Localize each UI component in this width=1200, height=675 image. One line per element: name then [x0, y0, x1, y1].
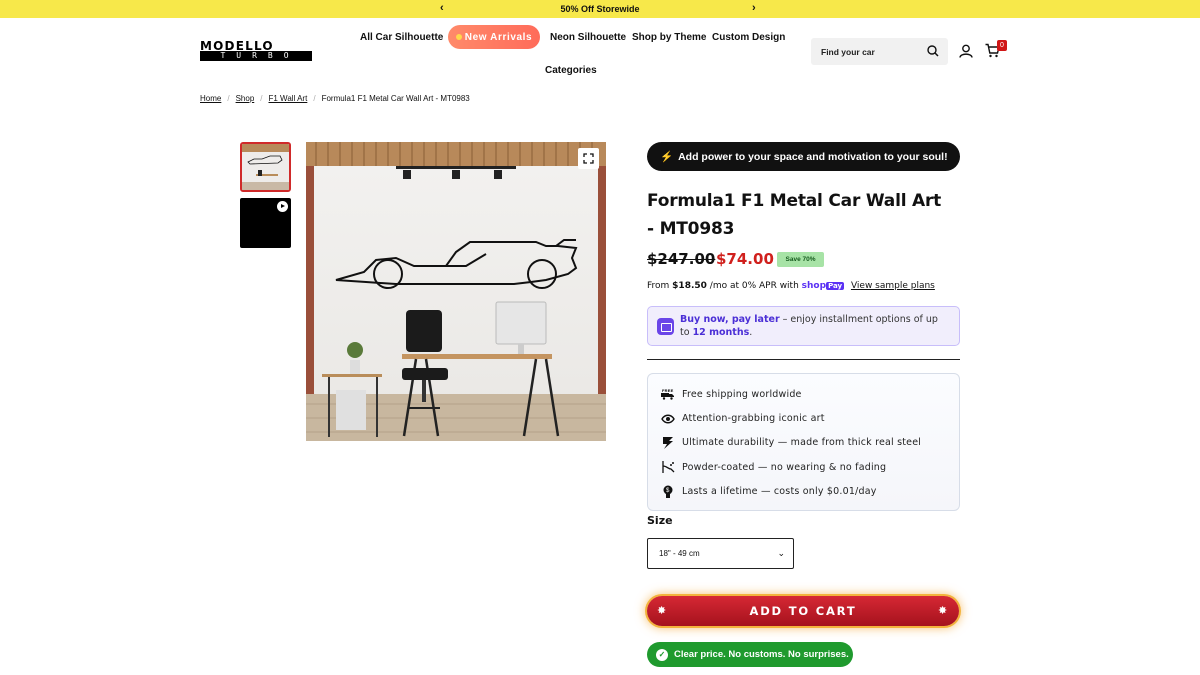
apr-info: From $18.50 /mo at 0% APR with shop Pay V… — [647, 281, 935, 291]
gallery-thumbnail-image[interactable] — [240, 142, 291, 192]
nav-shop-by-theme[interactable]: Shop by Theme — [632, 32, 706, 43]
nav-custom-design[interactable]: Custom Design — [712, 32, 785, 43]
announcement-bar: ‹ 50% Off Storewide › — [0, 0, 1200, 18]
feature-text: Attention-grabbing iconic art — [682, 413, 825, 425]
play-icon — [277, 201, 288, 212]
price-sale: $74.00 — [716, 250, 774, 268]
product-title: Formula1 F1 Metal Car Wall Art - MT0983 — [647, 191, 942, 239]
bnpl-highlight: Buy now, pay later — [680, 314, 780, 325]
feature-text: Free shipping worldwide — [682, 388, 802, 400]
size-select[interactable]: 18" - 49 cm ⌄ — [647, 538, 794, 569]
expand-image-button[interactable] — [578, 148, 599, 169]
feature-text: Lasts a lifetime — costs only $0.01/day — [682, 486, 877, 498]
search-placeholder: Find your car — [821, 46, 875, 57]
shop-pay-badge: Pay — [826, 282, 845, 290]
breadcrumb-separator: / — [227, 94, 230, 103]
apr-amount: $18.50 — [672, 281, 707, 291]
svg-text:FREE: FREE — [662, 388, 674, 393]
sparkle-icon: ✸ — [937, 604, 949, 617]
feature-item: $ Lasts a lifetime — costs only $0.01/da… — [648, 480, 959, 504]
breadcrumb-home[interactable]: Home — [200, 94, 221, 103]
cart-count-badge: 0 — [997, 40, 1007, 51]
feature-text: Powder-coated — no wearing & no fading — [682, 461, 887, 473]
nav-all-car-silhouette[interactable]: All Car Silhouette — [360, 32, 443, 43]
expand-icon — [583, 153, 594, 164]
bnpl-end: . — [749, 327, 753, 338]
chevron-down-icon: ⌄ — [777, 548, 785, 558]
free-shipping-icon: FREE — [660, 386, 676, 402]
svg-text:$: $ — [666, 488, 670, 494]
feature-list: FREE Free shipping worldwide Attention-g… — [647, 373, 960, 511]
announcement-prev-button[interactable]: ‹ — [440, 2, 444, 14]
breadcrumb-f1-wall-art[interactable]: F1 Wall Art — [269, 94, 308, 103]
check-icon: ✓ — [656, 648, 668, 661]
shop-pay-logo: shop Pay — [801, 281, 845, 291]
breadcrumb: Home / Shop / F1 Wall Art / Formula1 F1 … — [200, 94, 470, 103]
size-label: Size — [647, 514, 673, 527]
new-dot-icon — [455, 34, 462, 40]
breadcrumb-shop[interactable]: Shop — [236, 94, 255, 103]
add-to-cart-label: ADD TO CART — [749, 604, 857, 618]
account-icon[interactable] — [959, 44, 973, 58]
feature-item: Attention-grabbing iconic art — [648, 406, 959, 430]
nav-new-arrivals[interactable]: New Arrivals — [448, 25, 540, 49]
clear-price-badge: ✓ Clear price. No customs. No surprises. — [647, 642, 853, 667]
nav-neon-silhouette[interactable]: Neon Silhouette — [550, 32, 626, 43]
save-badge: Save 70% — [777, 252, 824, 267]
view-sample-plans-link[interactable]: View sample plans — [851, 281, 935, 291]
divider — [647, 359, 960, 360]
apr-prefix: From — [647, 281, 673, 291]
promo-text: Add power to your space and motivation t… — [678, 150, 948, 163]
feature-item: FREE Free shipping worldwide — [648, 382, 959, 406]
search-icon[interactable] — [927, 45, 939, 57]
search-input[interactable]: Find your car — [811, 38, 948, 65]
gallery-thumbnail-video[interactable] — [240, 198, 291, 248]
sparkle-icon: ✸ — [657, 604, 669, 617]
logo-top-text: MODELLO — [200, 39, 274, 53]
bnpl-text: Buy now, pay later – enjoy installment o… — [680, 313, 950, 339]
shop-pay-text: shop — [801, 281, 827, 291]
breadcrumb-separator: / — [260, 94, 263, 103]
promo-banner: ⚡ Add power to your space and motivation… — [647, 142, 960, 171]
brand-logo[interactable]: MODELLO TURBO — [200, 39, 312, 61]
feature-text: Ultimate durability — made from thick re… — [682, 437, 922, 449]
price-original: $247.00 — [647, 250, 716, 268]
nav-categories[interactable]: Categories — [545, 65, 597, 76]
feature-item: Ultimate durability — made from thick re… — [648, 431, 959, 455]
breadcrumb-separator: / — [313, 94, 316, 103]
nav-new-arrivals-label: New Arrivals — [464, 31, 533, 43]
eye-icon — [660, 411, 676, 427]
buy-now-pay-later-box: Buy now, pay later – enjoy installment o… — [647, 306, 960, 346]
add-to-cart-button[interactable]: ✸ ADD TO CART ✸ — [647, 596, 959, 626]
product-main-image[interactable] — [306, 142, 606, 441]
coin-icon: $ — [660, 484, 676, 500]
announcement-text: 50% Off Storewide — [560, 4, 640, 14]
clear-price-text: Clear price. No customs. No surprises. — [674, 649, 849, 660]
feature-item: Powder-coated — no wearing & no fading — [648, 455, 959, 479]
breadcrumb-current: Formula1 F1 Metal Car Wall Art - MT0983 — [321, 94, 470, 103]
spray-icon — [660, 459, 676, 475]
apr-suffix: /mo at 0% APR with — [709, 281, 799, 291]
announcement-next-button[interactable]: › — [752, 2, 756, 14]
bnpl-months: 12 months — [692, 327, 750, 338]
card-icon — [657, 317, 674, 335]
steel-icon — [660, 435, 676, 451]
lightning-icon: ⚡ — [660, 151, 674, 163]
size-selected-value: 18" - 49 cm — [659, 549, 700, 558]
